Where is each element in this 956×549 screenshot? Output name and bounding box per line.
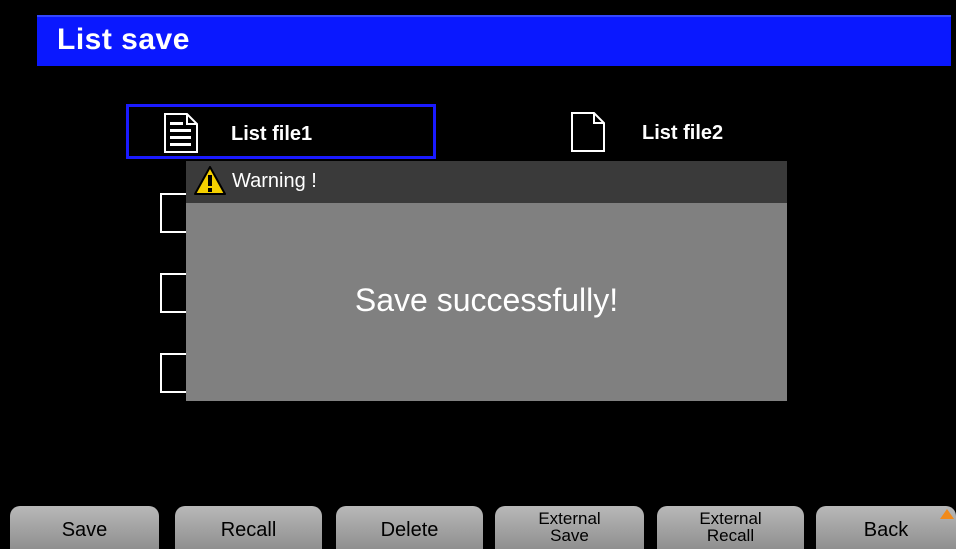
list-save-screen: List save List file1 List file2 Warning … xyxy=(0,0,956,549)
title-bar: List save xyxy=(37,15,951,66)
delete-softkey[interactable]: Delete xyxy=(336,506,483,549)
file-slot-list-file2[interactable]: List file2 xyxy=(538,104,848,159)
save-softkey[interactable]: Save xyxy=(10,506,159,549)
warning-icon xyxy=(194,166,226,195)
external-save-label-line2: Save xyxy=(550,526,589,545)
back-softkey-label: Back xyxy=(863,519,909,541)
page-title: List save xyxy=(57,23,190,56)
warning-dialog: Warning ! Save successfully! xyxy=(186,161,787,401)
recall-softkey[interactable]: Recall xyxy=(175,506,322,549)
dialog-title: Warning ! xyxy=(232,170,317,192)
back-softkey[interactable]: Back xyxy=(816,506,956,549)
save-softkey-label: Save xyxy=(61,519,108,541)
recall-softkey-label: Recall xyxy=(220,519,277,541)
file-label-1: List file1 xyxy=(231,123,313,145)
back-arrow-icon xyxy=(940,509,954,519)
file-label-2: List file2 xyxy=(642,122,724,144)
file-slot-list-file1[interactable]: List file1 xyxy=(126,104,436,159)
delete-softkey-label: Delete xyxy=(380,519,439,541)
external-recall-label-line1: External xyxy=(699,509,762,528)
document-empty-icon xyxy=(571,112,605,152)
external-recall-label-line2: Recall xyxy=(706,526,755,545)
external-save-label-line1: External xyxy=(538,509,601,528)
document-filled-icon xyxy=(164,113,198,153)
dialog-header: Warning ! xyxy=(186,161,787,203)
dialog-message: Save successfully! xyxy=(354,282,619,318)
external-recall-softkey[interactable]: External Recall xyxy=(657,506,804,549)
external-save-softkey[interactable]: External Save xyxy=(495,506,644,549)
